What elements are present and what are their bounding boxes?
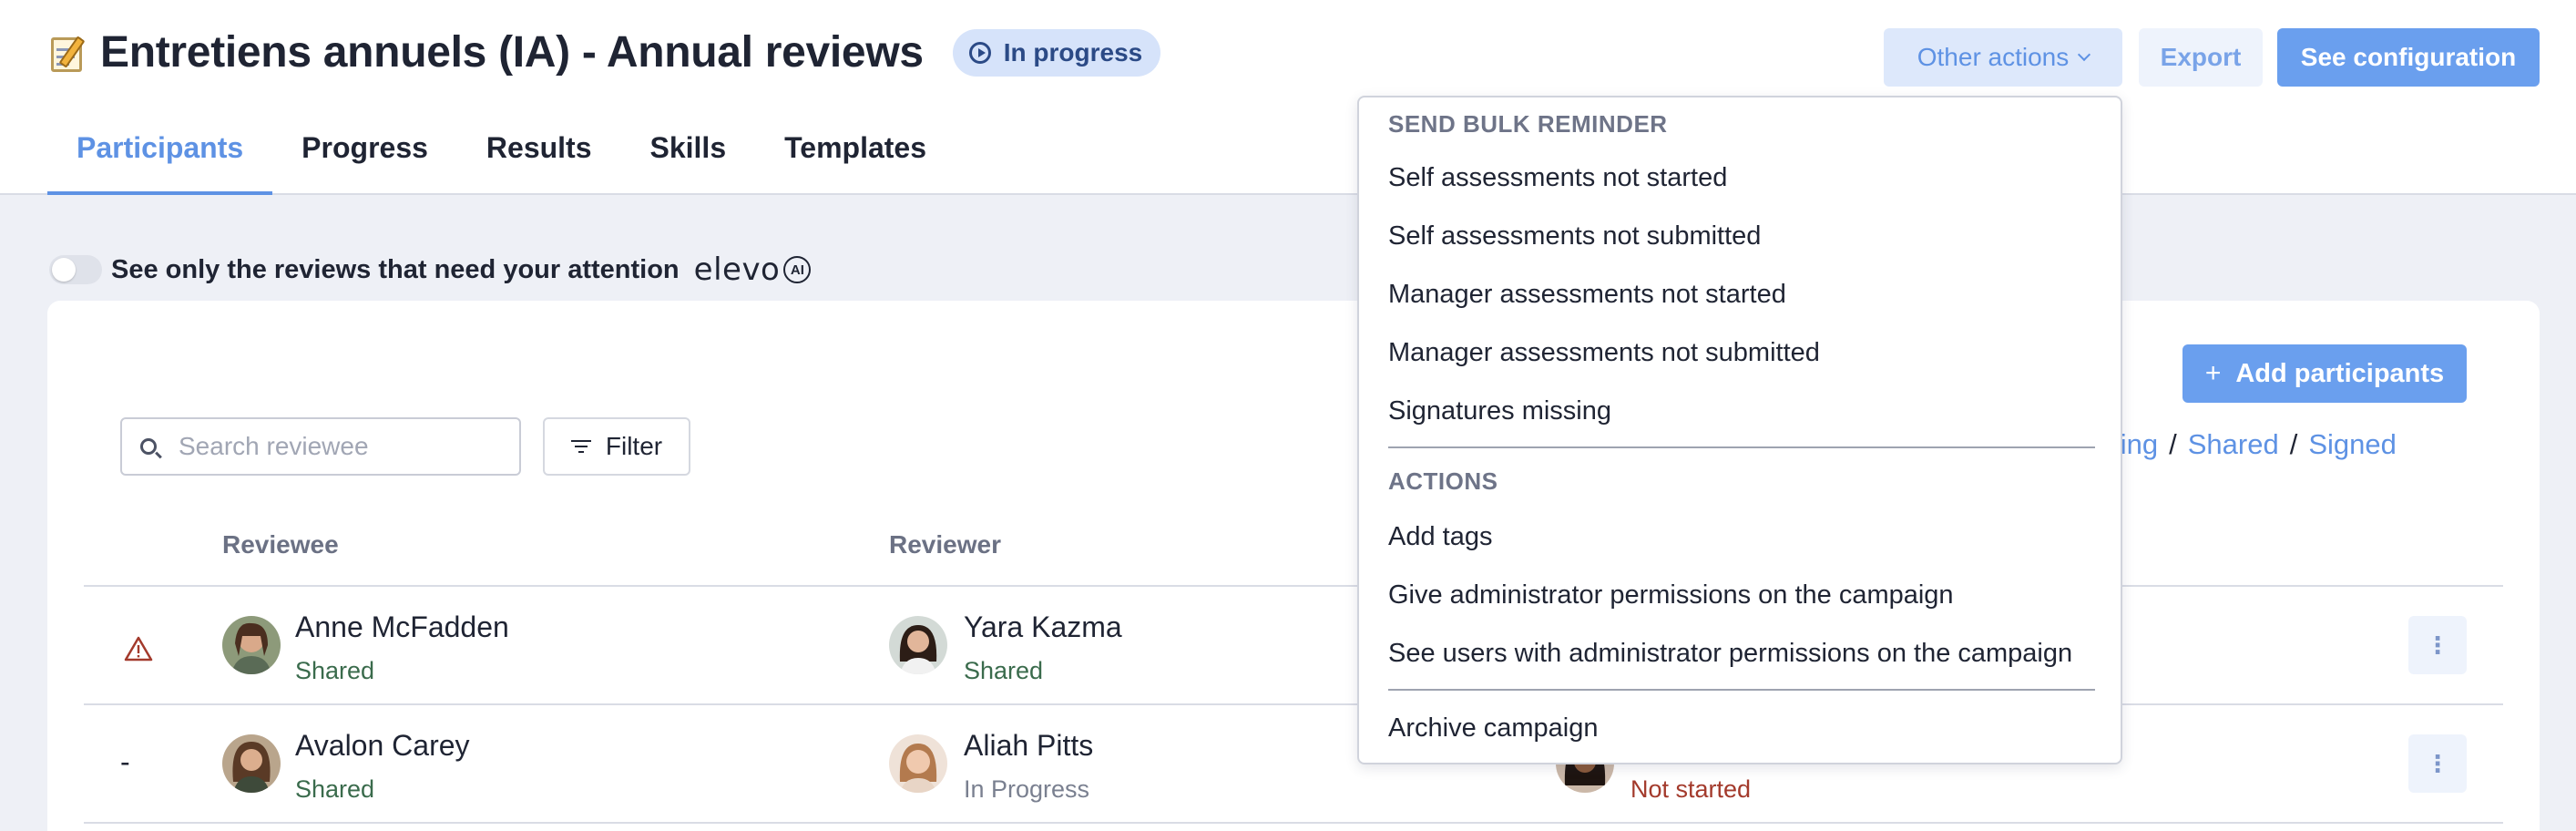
- avatar: [889, 616, 947, 674]
- search-input[interactable]: Search reviewee: [120, 417, 521, 476]
- reviewer-name[interactable]: Aliah Pitts: [964, 729, 1093, 763]
- table-divider: [84, 703, 2503, 705]
- reviewer-status: Shared: [964, 657, 1044, 684]
- table-divider: [84, 585, 2503, 587]
- memo-icon: [47, 32, 89, 74]
- table-divider: [84, 822, 2503, 824]
- ai-badge-icon: AI: [783, 256, 812, 283]
- row-actions-kebab-icon[interactable]: ⋮: [2408, 734, 2467, 793]
- reviewee-status: Shared: [295, 775, 375, 803]
- reviewee-name[interactable]: Anne McFadden: [295, 610, 509, 644]
- other-actions-label: Other actions: [1917, 43, 2070, 71]
- search-icon: [140, 438, 157, 455]
- header-bar: Entretiens annuels (IA) - Annual reviews…: [0, 0, 2576, 195]
- menu-item-signatures-missing[interactable]: Signatures missing: [1388, 396, 1611, 426]
- reviewee-status: Shared: [295, 657, 375, 684]
- third-status: Not started: [1630, 775, 1752, 803]
- status-badge-label: In progress: [1003, 37, 1143, 67]
- avatar: [889, 734, 947, 793]
- reviewer-name[interactable]: Yara Kazma: [964, 610, 1122, 644]
- title-row: Entretiens annuels (IA) - Annual reviews…: [47, 27, 1161, 77]
- export-label: Export: [2160, 43, 2242, 71]
- tab-results[interactable]: Results: [457, 128, 621, 195]
- other-actions-button[interactable]: Other actions: [1884, 28, 2122, 87]
- menu-item-self-not-submitted[interactable]: Self assessments not submitted: [1388, 221, 1761, 251]
- elevo-logo: elevo: [693, 251, 781, 288]
- menu-divider: [1388, 689, 2095, 691]
- column-header-reviewee[interactable]: Reviewee: [222, 530, 339, 559]
- add-participants-label: Add participants: [2235, 358, 2445, 388]
- see-configuration-button[interactable]: See configuration: [2277, 28, 2540, 87]
- reviewee-name[interactable]: Avalon Carey: [295, 729, 470, 763]
- menu-section-bulk-reminder: SEND BULK REMINDER: [1388, 110, 1668, 138]
- menu-item-manager-not-submitted[interactable]: Manager assessments not submitted: [1388, 338, 1820, 368]
- page-title: Entretiens annuels (IA) - Annual reviews: [100, 28, 924, 77]
- search-placeholder: Search reviewee: [179, 432, 369, 460]
- filter-icon: [570, 440, 591, 453]
- other-actions-menu: SEND BULK REMINDER Self assessments not …: [1357, 96, 2122, 764]
- avatar: [222, 616, 281, 674]
- plus-icon: +: [2204, 358, 2222, 388]
- see-configuration-label: See configuration: [2300, 43, 2517, 71]
- filter-button[interactable]: Filter: [543, 417, 690, 476]
- menu-section-actions: ACTIONS: [1388, 467, 1498, 495]
- tab-bar: Participants Progress Results Skills Tem…: [47, 128, 956, 195]
- status-link-signed[interactable]: Signed: [2308, 428, 2397, 461]
- column-header-reviewer[interactable]: Reviewer: [889, 530, 1001, 559]
- attention-toggle-switch[interactable]: [49, 255, 102, 284]
- menu-item-give-admin-permissions[interactable]: Give administrator permissions on the ca…: [1388, 580, 1954, 610]
- avatar: [222, 734, 281, 793]
- play-circle-icon: [968, 41, 991, 64]
- status-link-shared[interactable]: Shared: [2188, 428, 2279, 461]
- menu-item-manager-not-started[interactable]: Manager assessments not started: [1388, 280, 1786, 310]
- status-badge: In progress: [952, 28, 1161, 77]
- tab-templates[interactable]: Templates: [755, 128, 956, 195]
- attention-toggle-row: See only the reviews that need your atte…: [49, 251, 812, 288]
- tab-participants[interactable]: Participants: [47, 128, 273, 195]
- menu-divider: [1388, 446, 2095, 448]
- reviewer-status: In Progress: [964, 775, 1090, 803]
- menu-item-self-not-started[interactable]: Self assessments not started: [1388, 163, 1727, 193]
- chevron-down-icon: [2078, 47, 2091, 62]
- row-indicator: -: [120, 745, 130, 778]
- warning-icon: [124, 636, 153, 662]
- row-actions-kebab-icon[interactable]: ⋮: [2408, 616, 2467, 674]
- tab-progress[interactable]: Progress: [272, 128, 457, 195]
- menu-item-archive-campaign[interactable]: Archive campaign: [1388, 713, 1599, 744]
- add-participants-button[interactable]: + Add participants: [2182, 344, 2467, 403]
- filter-label: Filter: [605, 432, 663, 460]
- attention-toggle-label: See only the reviews that need your atte…: [111, 254, 680, 284]
- menu-item-see-admin-users[interactable]: See users with administrator permissions…: [1388, 639, 2072, 669]
- export-button[interactable]: Export: [2139, 28, 2263, 87]
- tab-skills[interactable]: Skills: [621, 128, 756, 195]
- menu-item-add-tags[interactable]: Add tags: [1388, 522, 1492, 552]
